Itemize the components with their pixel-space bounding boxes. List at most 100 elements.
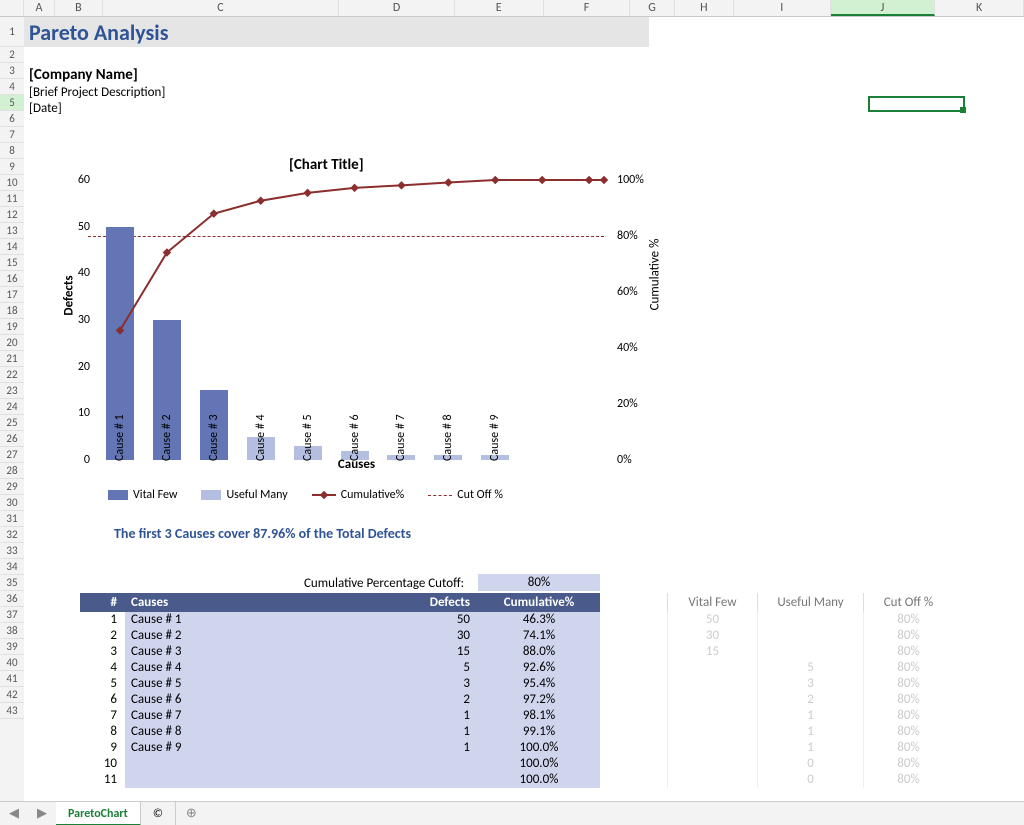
table-row[interactable]: 2Cause # 23074.1% xyxy=(80,628,600,644)
side-table-row[interactable]: 280% xyxy=(667,692,953,708)
row-header-28[interactable]: 28 xyxy=(0,463,24,479)
side-table-row[interactable]: 180% xyxy=(667,724,953,740)
row-header-11[interactable]: 11 xyxy=(0,191,24,207)
y-axis-right-label: Cumulative % xyxy=(648,239,663,311)
row-header-21[interactable]: 21 xyxy=(0,351,24,367)
row-header-38[interactable]: 38 xyxy=(0,623,24,639)
data-table: # Causes Defects Cumulative% 1Cause # 15… xyxy=(80,593,600,788)
row-header-5[interactable]: 5 xyxy=(0,95,24,111)
row-header-41[interactable]: 41 xyxy=(0,671,24,687)
table-row[interactable]: 8Cause # 8199.1% xyxy=(80,724,600,740)
cutoff-label: Cumulative Percentage Cutoff: xyxy=(304,576,464,591)
row-header-2[interactable]: 2 xyxy=(0,47,24,63)
row-header-27[interactable]: 27 xyxy=(0,447,24,463)
row-header-29[interactable]: 29 xyxy=(0,479,24,495)
side-table-row[interactable]: 5080% xyxy=(667,612,953,628)
row-header-43[interactable]: 43 xyxy=(0,703,24,719)
row-header-39[interactable]: 39 xyxy=(0,639,24,655)
col-header-B[interactable]: B xyxy=(55,0,102,16)
sheet-tab-1[interactable]: © xyxy=(141,802,176,825)
table-row[interactable]: 6Cause # 6297.2% xyxy=(80,692,600,708)
row-header-13[interactable]: 13 xyxy=(0,223,24,239)
tab-nav[interactable]: ◀ ▶ xyxy=(0,806,56,821)
row-header-1[interactable]: 1 xyxy=(0,17,24,47)
col-header-C[interactable]: C xyxy=(103,0,340,16)
side-col-vf: Vital Few xyxy=(667,593,757,612)
row-header-4[interactable]: 4 xyxy=(0,79,24,95)
side-table-row[interactable]: 080% xyxy=(667,756,953,772)
row-header-35[interactable]: 35 xyxy=(0,575,24,591)
side-table-row[interactable]: 380% xyxy=(667,676,953,692)
legend-useful-many: Useful Many xyxy=(201,488,287,502)
cumulative-line xyxy=(88,180,604,460)
row-header-42[interactable]: 42 xyxy=(0,687,24,703)
row-header-34[interactable]: 34 xyxy=(0,559,24,575)
table-row[interactable]: 1Cause # 15046.3% xyxy=(80,612,600,628)
side-table-row[interactable]: 180% xyxy=(667,740,953,756)
col-header-A[interactable]: A xyxy=(24,0,56,16)
ytick-right: 80% xyxy=(617,229,659,243)
row-header-16[interactable]: 16 xyxy=(0,271,24,287)
row-header-3[interactable]: 3 xyxy=(0,63,24,79)
row-header-33[interactable]: 33 xyxy=(0,543,24,559)
table-row[interactable]: 7Cause # 7198.1% xyxy=(80,708,600,724)
col-header-G[interactable]: G xyxy=(630,0,674,16)
sheet-tab-0[interactable]: ParetoChart xyxy=(56,802,141,825)
side-table-row[interactable]: 1580% xyxy=(667,644,953,660)
side-table-row[interactable]: 080% xyxy=(667,772,953,788)
row-header-17[interactable]: 17 xyxy=(0,287,24,303)
grid-content[interactable]: Pareto Analysis [Company Name] [Brief Pr… xyxy=(24,17,1024,801)
row-header-24[interactable]: 24 xyxy=(0,399,24,415)
nav-next-icon[interactable]: ▶ xyxy=(37,806,47,821)
table-row[interactable]: 10100.0% xyxy=(80,756,600,772)
side-table-row[interactable]: 3080% xyxy=(667,628,953,644)
col-index: # xyxy=(80,593,125,612)
side-table-row[interactable]: 580% xyxy=(667,660,953,676)
row-header-12[interactable]: 12 xyxy=(0,207,24,223)
row-header-14[interactable]: 14 xyxy=(0,239,24,255)
row-header-15[interactable]: 15 xyxy=(0,255,24,271)
date-cell[interactable]: [Date] xyxy=(29,101,62,116)
row-header-37[interactable]: 37 xyxy=(0,607,24,623)
row-header-31[interactable]: 31 xyxy=(0,511,24,527)
table-row[interactable]: 4Cause # 4592.6% xyxy=(80,660,600,676)
row-header-7[interactable]: 7 xyxy=(0,127,24,143)
row-header-22[interactable]: 22 xyxy=(0,367,24,383)
row-header-40[interactable]: 40 xyxy=(0,655,24,671)
row-header-30[interactable]: 30 xyxy=(0,495,24,511)
nav-prev-icon[interactable]: ◀ xyxy=(9,806,19,821)
row-header-32[interactable]: 32 xyxy=(0,527,24,543)
col-header-D[interactable]: D xyxy=(339,0,454,16)
row-header-9[interactable]: 9 xyxy=(0,159,24,175)
row-header-10[interactable]: 10 xyxy=(0,175,24,191)
active-cell[interactable] xyxy=(868,96,965,112)
row-header-6[interactable]: 6 xyxy=(0,111,24,127)
project-desc-cell[interactable]: [Brief Project Description] xyxy=(29,85,165,100)
row-header-26[interactable]: 26 xyxy=(0,431,24,447)
col-header-J[interactable]: J xyxy=(831,0,936,16)
chart-legend: Vital FewUseful ManyCumulative%Cut Off % xyxy=(108,488,659,502)
row-header-20[interactable]: 20 xyxy=(0,335,24,351)
table-row[interactable]: 5Cause # 5395.4% xyxy=(80,676,600,692)
company-name-cell[interactable]: [Company Name] xyxy=(29,66,138,84)
fill-handle[interactable] xyxy=(960,107,966,113)
row-header-8[interactable]: 8 xyxy=(0,143,24,159)
row-header-25[interactable]: 25 xyxy=(0,415,24,431)
table-row[interactable]: 3Cause # 31588.0% xyxy=(80,644,600,660)
add-sheet-button[interactable]: ⊕ xyxy=(176,806,207,821)
row-header-36[interactable]: 36 xyxy=(0,591,24,607)
cutoff-value-cell[interactable]: 80% xyxy=(478,574,600,591)
row-header-23[interactable]: 23 xyxy=(0,383,24,399)
table-row[interactable]: 9Cause # 91100.0% xyxy=(80,740,600,756)
legend-vital-few: Vital Few xyxy=(108,488,177,502)
side-table-row[interactable]: 180% xyxy=(667,708,953,724)
col-header-E[interactable]: E xyxy=(455,0,544,16)
col-header-I[interactable]: I xyxy=(734,0,831,16)
col-header-K[interactable]: K xyxy=(935,0,1024,16)
col-header-H[interactable]: H xyxy=(675,0,734,16)
col-header-F[interactable]: F xyxy=(544,0,631,16)
row-header-18[interactable]: 18 xyxy=(0,303,24,319)
pareto-chart[interactable]: Defects Cumulative % Cause # 1Cause # 2C… xyxy=(54,172,659,502)
row-header-19[interactable]: 19 xyxy=(0,319,24,335)
table-row[interactable]: 11100.0% xyxy=(80,772,600,788)
